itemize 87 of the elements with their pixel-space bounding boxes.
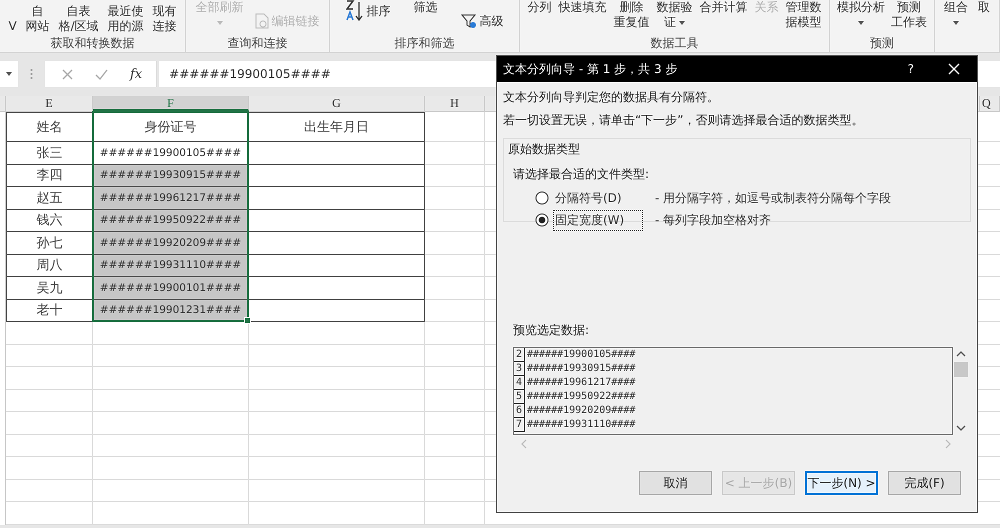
radio-button[interactable] (535, 191, 549, 205)
scroll-right-icon[interactable] (945, 439, 951, 449)
dialog-button[interactable]: 下一步(N) > (805, 471, 878, 495)
prompt-text: 请选择最合适的文件类型: (512, 166, 650, 183)
dialog-button[interactable]: 完成(F) (888, 471, 961, 495)
preview-line: ######19950922#### (527, 390, 636, 404)
table-cell: ######19961217#### (93, 187, 249, 210)
dialog-button[interactable]: 取消 (639, 471, 712, 495)
ribbon-button[interactable]: 快速填充 (556, 0, 608, 15)
cancel-icon[interactable] (62, 68, 73, 80)
table-cell: 吴九 (6, 277, 93, 300)
name-box[interactable] (0, 61, 18, 87)
header-cell: 姓名 (6, 112, 93, 142)
scroll-up-icon[interactable] (956, 351, 966, 357)
ribbon-button[interactable]: 删除 重复值 (612, 0, 652, 30)
scrollbar-thumb[interactable] (954, 362, 968, 377)
funnel-icon (460, 13, 476, 29)
ribbon-button[interactable]: 现有 连接 (150, 4, 178, 34)
ribbon-button[interactable]: 取 (976, 0, 992, 15)
option-description: - 用分隔字符，如逗号或制表符分隔每个字段 (655, 190, 892, 206)
option-label[interactable]: 分隔符号(D) (553, 188, 643, 208)
table-cell: 张三 (6, 142, 93, 164)
document-icon (254, 13, 268, 29)
table-cell: ######19900101#### (93, 277, 249, 300)
instruction-text: 若一切设置无误，请单击“下一步”，否则请选择最合适的数据类型。 (503, 113, 864, 128)
line-number: 7 (514, 418, 525, 432)
ribbon-button[interactable]: 管理数 据模型 (784, 0, 824, 30)
ribbon-button[interactable]: 最近使 用的源 (106, 4, 146, 34)
table-cell: 赵五 (6, 187, 93, 210)
ribbon-button[interactable]: 自表 格/区域 (56, 4, 101, 34)
group-label: 排序和筛选 (394, 35, 456, 52)
ribbon-button[interactable]: 高级 (458, 13, 506, 29)
line-number: 6 (514, 404, 525, 418)
group-label: 查询和连接 (226, 35, 288, 52)
group-label: 数据工具 (650, 35, 700, 52)
preview-line: ######19931110#### (527, 418, 636, 432)
caret-icon (6, 72, 12, 76)
group-label: 获取和转换数据 (50, 35, 136, 52)
table-cell: 孙七 (6, 232, 93, 254)
ribbon-button[interactable]: 自 网站 (24, 4, 52, 34)
ribbon-button[interactable]: 组合 (942, 0, 970, 25)
help-button[interactable]: ? (908, 62, 914, 76)
ribbon-button[interactable]: 排序 (344, 0, 392, 22)
table-cell: 李四 (6, 164, 93, 187)
preview-line: ######19930915#### (527, 362, 636, 376)
ribbon-button[interactable]: 合并计算 (698, 0, 750, 15)
option-label[interactable]: 固定宽度(W) (553, 210, 643, 230)
group-title: 原始数据类型 (508, 141, 581, 158)
preview-line: ######19900105#### (527, 348, 636, 362)
column-header[interactable]: G (249, 96, 425, 111)
ribbon-button[interactable]: 分列 (526, 0, 554, 15)
scroll-down-icon[interactable] (956, 425, 966, 431)
sort-icon (346, 0, 364, 22)
ribbon-button[interactable]: V (6, 19, 19, 34)
table-cell: 周八 (6, 254, 93, 277)
table-cell: ######19950922#### (93, 210, 249, 232)
line-number: 3 (514, 362, 525, 376)
column-header[interactable]: F (93, 96, 249, 111)
drag-handle-icon[interactable] (30, 68, 33, 80)
close-icon[interactable] (948, 63, 960, 75)
table-cell: 钱六 (6, 210, 93, 232)
ribbon-button[interactable]: 模拟分析 (835, 0, 887, 25)
preview-label: 预览选定数据: (512, 322, 590, 339)
check-icon[interactable] (95, 68, 108, 80)
dialog-title: 文本分列向导 - 第 1 步，共 3 步 (503, 60, 678, 78)
header-cell: 出生年月日 (249, 112, 425, 142)
table-cell: ######19930915#### (93, 164, 249, 187)
line-number: 2 (514, 348, 525, 362)
ribbon-button[interactable]: 筛选 (412, 0, 440, 15)
option-description: - 每列字段加空格对齐 (655, 212, 772, 228)
preview-line: ######19920209#### (527, 404, 636, 418)
group-label: 预测 (869, 35, 895, 52)
ribbon-button[interactable]: 预测 工作表 (889, 0, 929, 30)
line-number: 5 (514, 390, 525, 404)
column-header[interactable]: Q (980, 96, 1000, 111)
ribbon-button[interactable]: 数据验 证 (654, 0, 694, 30)
table-cell: ######19920209#### (93, 232, 249, 254)
column-header[interactable]: H (425, 96, 485, 111)
table-cell: 老十 (6, 300, 93, 322)
line-number: 4 (514, 376, 525, 390)
table-cell: ######19931110#### (93, 254, 249, 277)
radio-button[interactable] (535, 213, 549, 227)
preview-line: ######19961217#### (527, 376, 636, 390)
horizontal-scrollbar[interactable] (521, 439, 951, 449)
instruction-text: 文本分列向导判定您的数据具有分隔符。 (503, 90, 720, 105)
insert-function-button[interactable]: fx (130, 66, 142, 82)
scroll-left-icon[interactable] (521, 439, 527, 449)
